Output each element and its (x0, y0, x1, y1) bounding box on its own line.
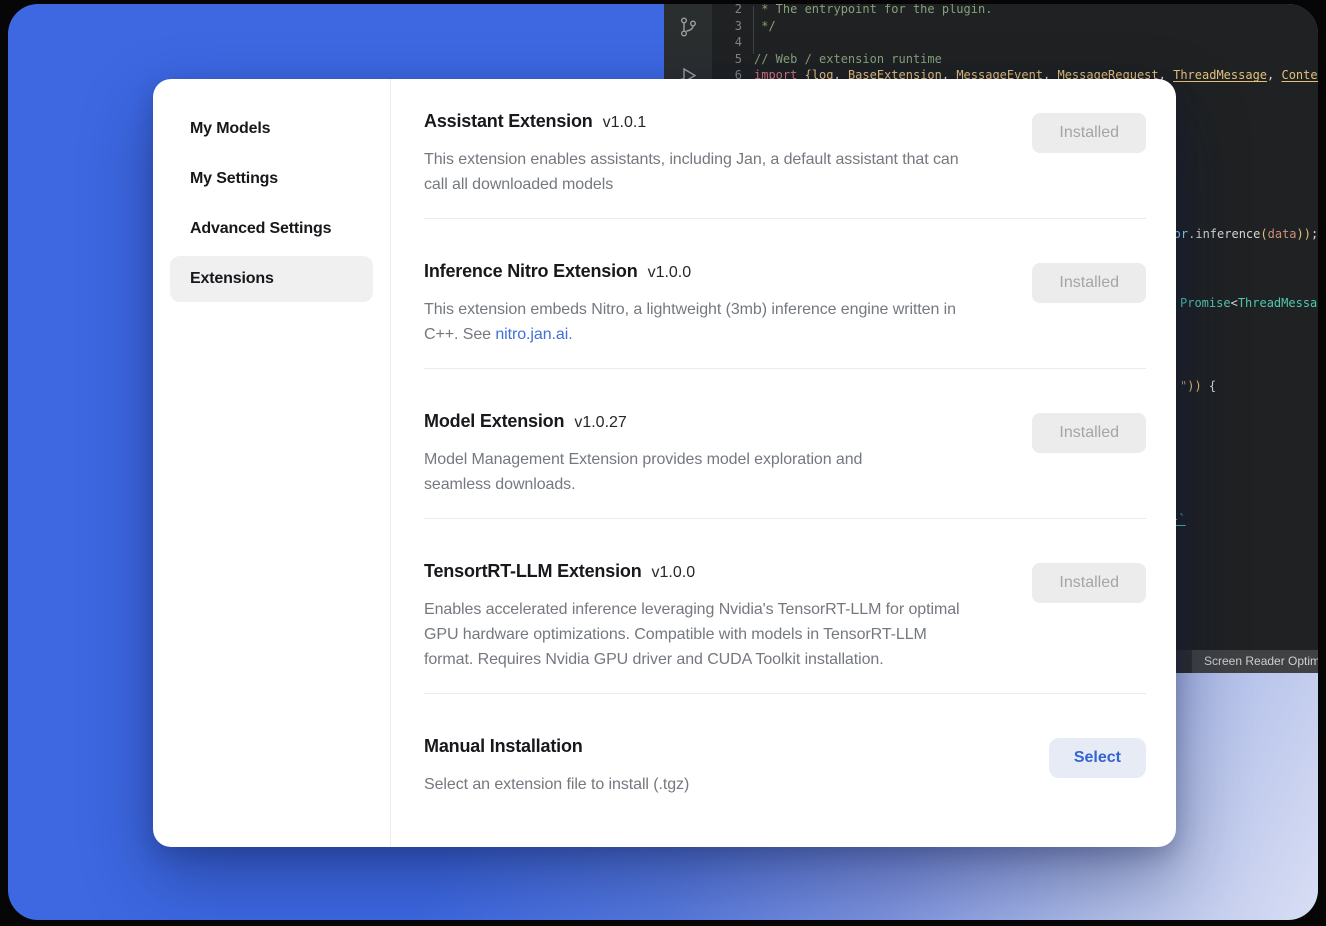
extension-entry: Inference Nitro Extension v1.0.0 This ext… (424, 218, 1146, 368)
extension-info: TensortRT-LLM Extension v1.0.0 Enables ac… (424, 561, 972, 672)
installed-button[interactable]: Installed (1032, 263, 1146, 303)
extensions-list: Assistant Extension v1.0.1 This extension… (391, 79, 1176, 847)
manual-installation-description: Select an extension file to install (.tg… (424, 772, 689, 797)
code-fragment: ")) { (1180, 379, 1216, 394)
extension-entry: TensortRT-LLM Extension v1.0.0 Enables ac… (424, 518, 1146, 693)
extension-version: v1.0.27 (574, 414, 626, 431)
manual-installation-title: Manual Installation (424, 736, 689, 757)
installed-button[interactable]: Installed (1032, 563, 1146, 603)
extension-version: v1.0.0 (648, 264, 692, 281)
stage: 2 * The entrypoint for the plugin. 3 */ … (0, 0, 1326, 926)
nitro-jan-ai-link[interactable]: nitro.jan.ai. (495, 326, 572, 343)
sidebar-item-my-settings[interactable]: My Settings (170, 156, 373, 202)
code-fragment: rator.inference(data)); (1152, 227, 1318, 242)
sidebar-item-extensions[interactable]: Extensions (170, 256, 373, 302)
installed-button[interactable]: Installed (1032, 413, 1146, 453)
extension-heading: TensortRT-LLM Extension v1.0.0 (424, 561, 972, 582)
extension-info: Assistant Extension v1.0.1 This extension… (424, 111, 972, 197)
settings-modal: My Models My Settings Advanced Settings … (153, 79, 1176, 847)
select-button[interactable]: Select (1049, 738, 1146, 778)
manual-installation-info: Manual Installation Select an extension … (424, 736, 689, 797)
extension-heading: Inference Nitro Extension v1.0.0 (424, 261, 972, 282)
extension-version: v1.0.1 (603, 114, 647, 131)
extension-heading: Assistant Extension v1.0.1 (424, 111, 972, 132)
extension-name: Model Extension (424, 411, 564, 431)
code-line: 5 // Web / extension runtime (712, 51, 1318, 68)
extension-name: Inference Nitro Extension (424, 261, 638, 281)
extension-info: Inference Nitro Extension v1.0.0 This ext… (424, 261, 972, 347)
extension-entry: Assistant Extension v1.0.1 This extension… (424, 111, 1146, 218)
screen-frame: 2 * The entrypoint for the plugin. 3 */ … (8, 4, 1318, 920)
extension-heading: Model Extension v1.0.27 (424, 411, 894, 432)
extension-info: Model Extension v1.0.27 Model Management … (424, 411, 894, 497)
git-branch-icon[interactable] (677, 16, 699, 41)
code-line: 4 (712, 34, 1318, 51)
installed-button[interactable]: Installed (1032, 113, 1146, 153)
sidebar-item-advanced-settings[interactable]: Advanced Settings (170, 206, 373, 252)
extension-name: Assistant Extension (424, 111, 593, 131)
line-number: 5 (712, 51, 742, 68)
code-fragment: Promise<ThreadMessage> (1180, 296, 1318, 311)
settings-sidebar: My Models My Settings Advanced Settings … (153, 79, 391, 847)
extension-name: TensortRT-LLM Extension (424, 561, 642, 581)
line-number: 2 (712, 4, 742, 18)
screen-reader-optimized-tab[interactable]: Screen Reader Optimize (1192, 650, 1318, 673)
code-lines: 2 * The entrypoint for the plugin. 3 */ … (712, 4, 1318, 84)
extension-description: Model Management Extension provides mode… (424, 447, 894, 497)
code-line: 3 */ (712, 18, 1318, 35)
extension-description: This extension enables assistants, inclu… (424, 147, 972, 197)
extension-description: This extension embeds Nitro, a lightweig… (424, 297, 972, 347)
extension-entry: Model Extension v1.0.27 Model Management … (424, 368, 1146, 518)
line-number: 3 (712, 18, 742, 35)
manual-installation-entry: Manual Installation Select an extension … (424, 693, 1146, 818)
extension-version: v1.0.0 (652, 564, 696, 581)
sidebar-item-my-models[interactable]: My Models (170, 106, 373, 152)
line-number: 4 (712, 34, 742, 51)
extension-description: Enables accelerated inference leveraging… (424, 597, 972, 672)
code-line: 2 * The entrypoint for the plugin. (712, 4, 1318, 18)
